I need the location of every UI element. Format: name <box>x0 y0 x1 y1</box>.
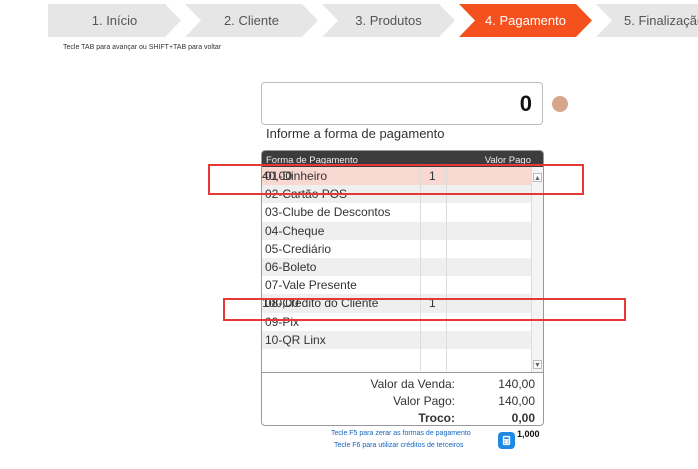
credit-amount: 1,000 <box>517 429 540 439</box>
payment-method-name: 06-Boleto <box>265 260 317 275</box>
table-row[interactable]: 01-Dinheiro 1 40,00 <box>262 167 532 186</box>
step-label: 5. Finalização <box>624 13 698 28</box>
payment-prompt: Informe a forma de pagamento <box>266 126 445 141</box>
step-inicio[interactable]: 1. Início <box>48 4 181 37</box>
table-row[interactable]: 09-Pix <box>262 313 532 331</box>
scroll-up-icon[interactable]: ▲ <box>533 173 542 182</box>
f6-hint-link[interactable]: Tecle F6 para utilizar créditos de terce… <box>334 442 464 449</box>
amount-value: 0 <box>519 90 532 116</box>
payment-method-name: 09-Pix <box>265 314 300 329</box>
paid-value: 140,00 <box>498 394 535 408</box>
table-row[interactable] <box>262 349 532 367</box>
payment-methods-table: Forma de Pagamento Valor Pago 01-Dinheir… <box>261 150 544 426</box>
wizard-steps: 1. Início 2. Cliente 3. Produtos 4. Paga… <box>48 4 698 37</box>
navigation-hint: Tecle TAB para avançar ou SHIFT+TAB para… <box>63 44 222 51</box>
payment-method-name: 03-Clube de Descontos <box>265 205 391 220</box>
sale-value-label: Valor da Venda: <box>370 377 455 391</box>
table-row[interactable]: 10-QR Linx <box>262 330 532 349</box>
table-row[interactable]: 03-Clube de Descontos <box>262 203 532 221</box>
payment-method-name: 01-Dinheiro <box>265 169 328 184</box>
payment-summary: Valor da Venda: 140,00 Valor Pago: 140,0… <box>262 372 543 425</box>
step-produtos[interactable]: 3. Produtos <box>322 4 455 37</box>
table-row[interactable]: 02-Cartão POS <box>262 185 532 204</box>
change-value: 0,00 <box>511 411 535 425</box>
table-scrollbar[interactable]: ▲ ▼ <box>531 167 543 372</box>
sale-value-row: Valor da Venda: 140,00 <box>262 377 543 394</box>
f5-hint-link[interactable]: Tecle F5 para zerar as formas de pagamen… <box>331 430 471 437</box>
payment-rows: 01-Dinheiro 1 40,00 02-Cartão POS 03-Clube d… <box>262 167 532 371</box>
change-row: Troco: 0,00 <box>262 411 543 425</box>
step-label: 2. Cliente <box>224 13 279 28</box>
status-dot <box>552 96 568 112</box>
payment-amount-input[interactable]: 0 <box>261 82 543 125</box>
calculator-icon <box>502 435 511 446</box>
paid-value-label: Valor Pago: <box>393 394 455 408</box>
step-pagamento[interactable]: 4. Pagamento <box>459 4 592 37</box>
payment-method-name: 10-QR Linx <box>265 332 326 347</box>
payment-method-name: 08-Crédito do Cliente <box>265 296 379 311</box>
payment-quantity: 1 <box>429 169 436 184</box>
column-divider <box>446 167 447 371</box>
paid-value-row: Valor Pago: 140,00 <box>262 394 543 411</box>
payment-method-name: 05-Crediário <box>265 241 332 256</box>
sale-value: 140,00 <box>498 377 535 391</box>
column-header-value: Valor Pago <box>484 155 531 166</box>
payment-quantity: 1 <box>429 296 436 311</box>
table-row[interactable]: 07-Vale Presente <box>262 276 532 294</box>
scroll-down-icon[interactable]: ▼ <box>533 360 542 369</box>
calculator-button[interactable] <box>498 432 515 449</box>
step-label: 1. Início <box>91 13 138 28</box>
column-divider <box>420 167 421 371</box>
table-header: Forma de Pagamento Valor Pago <box>262 151 543 167</box>
column-header-method: Forma de Pagamento <box>266 155 358 166</box>
change-label: Troco: <box>418 411 455 425</box>
payment-method-name: 02-Cartão POS <box>265 187 348 202</box>
table-row[interactable]: 05-Crediário <box>262 240 532 258</box>
step-finalizacao[interactable]: 5. Finalização <box>596 4 698 37</box>
payment-method-name: 04-Cheque <box>265 223 325 238</box>
step-cliente[interactable]: 2. Cliente <box>185 4 318 37</box>
step-label: 3. Produtos <box>355 13 422 28</box>
table-row[interactable]: 06-Boleto <box>262 257 532 277</box>
table-row[interactable]: 08-Crédito do Cliente 1 100,00 <box>262 294 532 313</box>
step-label: 4. Pagamento <box>485 13 566 28</box>
table-row[interactable]: 04-Cheque <box>262 221 532 240</box>
payment-method-name: 07-Vale Presente <box>265 278 357 293</box>
